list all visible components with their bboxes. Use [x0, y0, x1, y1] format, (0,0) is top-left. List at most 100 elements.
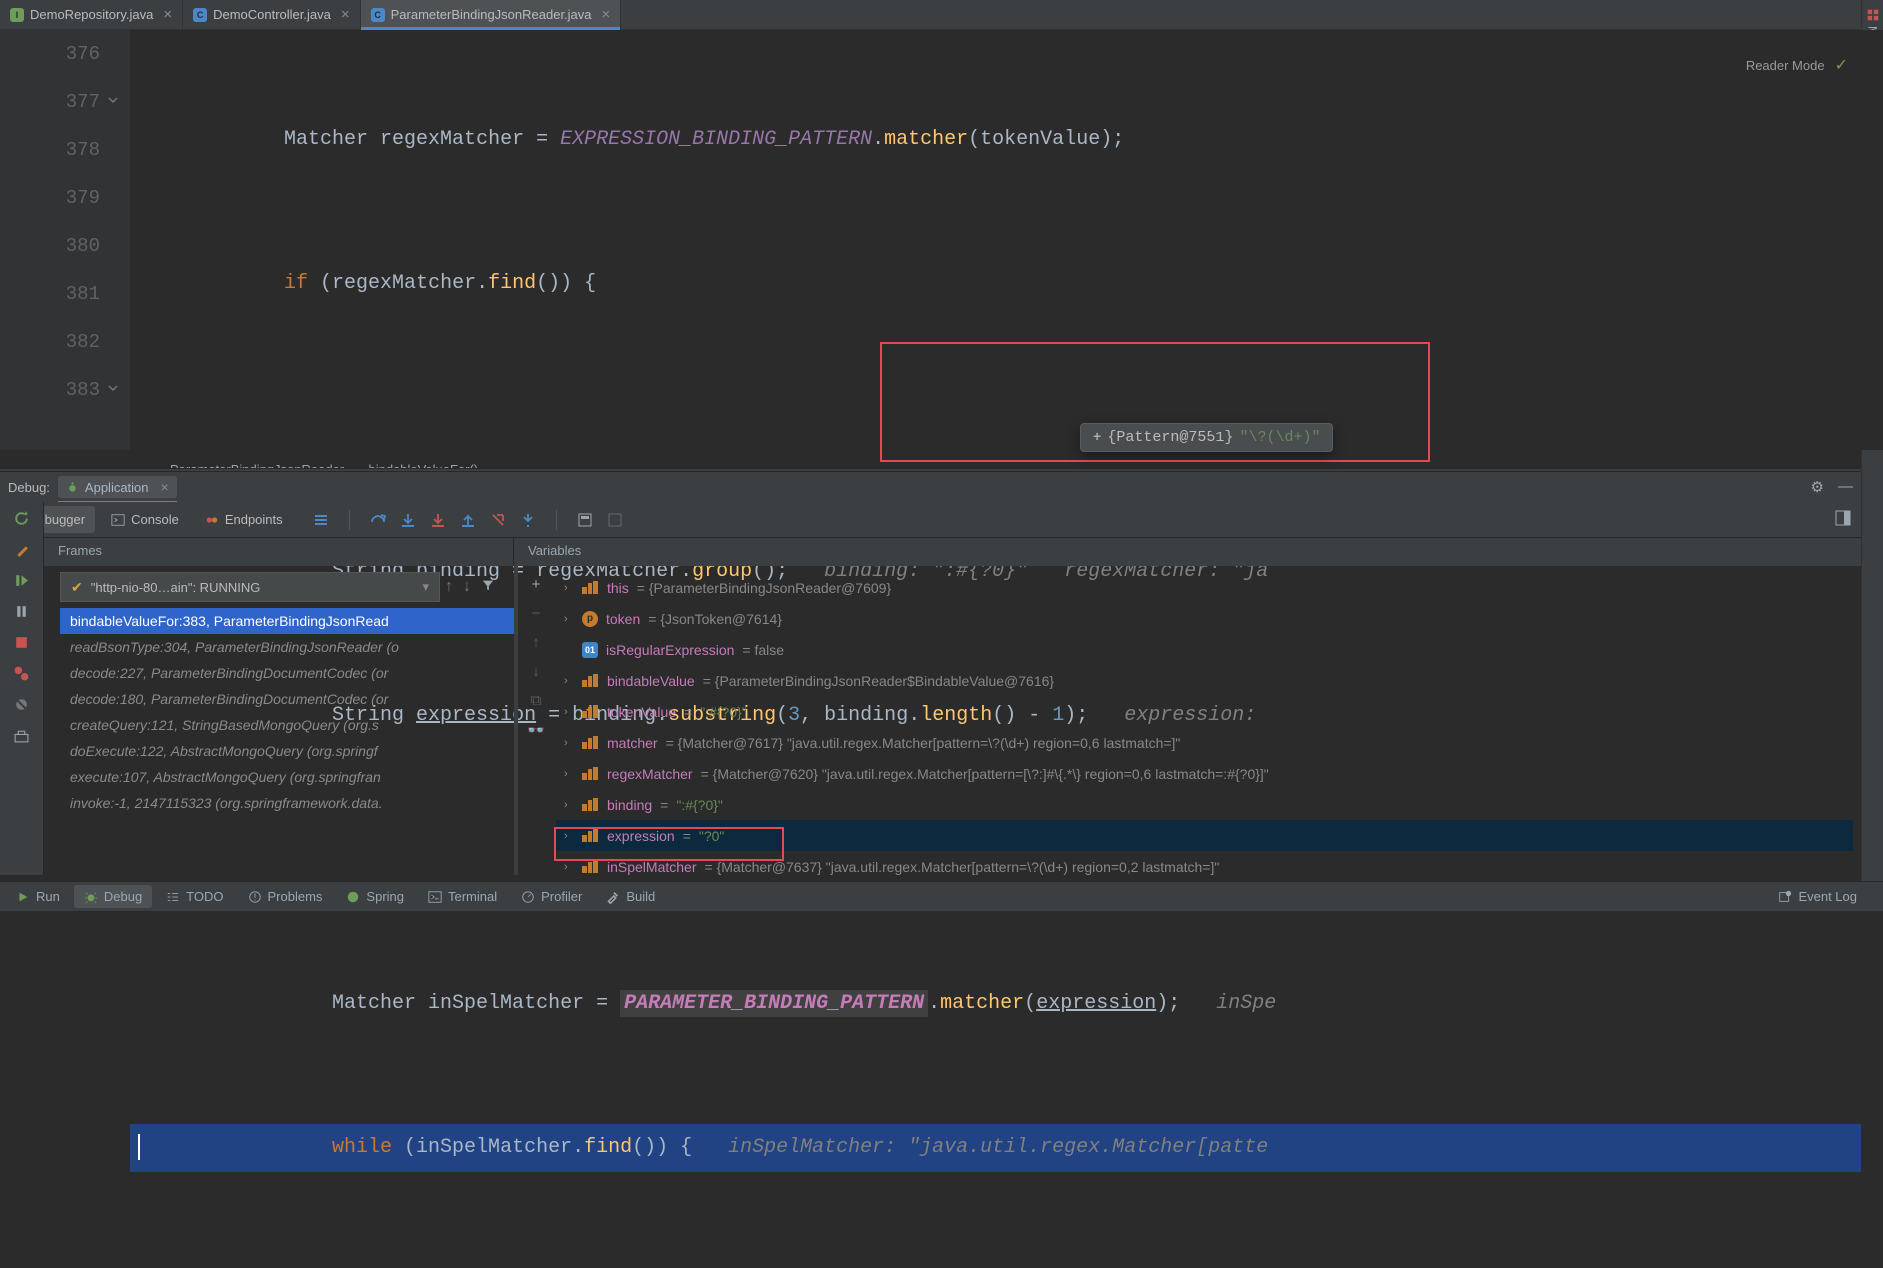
caret: [138, 1134, 140, 1160]
variable-row[interactable]: ›tokenValue = ":#{?0}": [556, 696, 1853, 727]
variable-row[interactable]: ›ptoken = {JsonToken@7614}: [556, 603, 1853, 634]
get-thread-dump-icon[interactable]: [13, 727, 30, 744]
variable-row[interactable]: ›bindableValue = {ParameterBindingJsonRe…: [556, 665, 1853, 696]
evaluate-tooltip[interactable]: +{Pattern@7551} "\?(\d+)": [1080, 423, 1333, 452]
view-breakpoints-icon[interactable]: [13, 665, 30, 682]
endpoints-tab[interactable]: Endpoints: [195, 506, 293, 533]
expand-icon[interactable]: ›: [564, 861, 574, 873]
next-frame-icon[interactable]: ↓: [463, 578, 471, 596]
thread-name: "http-nio-80…ain": RUNNING: [91, 580, 261, 595]
minimize-icon[interactable]: —: [1838, 478, 1853, 496]
filter-icon[interactable]: [481, 578, 495, 597]
close-icon[interactable]: ×: [602, 6, 611, 23]
expand-icon[interactable]: ›: [564, 737, 574, 749]
stack-frame[interactable]: invoke:-1, 2147115323 (org.springframewo…: [60, 790, 515, 816]
stack-frame[interactable]: execute:107, AbstractMongoQuery (org.spr…: [60, 764, 515, 790]
run-toolwindow[interactable]: Run: [6, 885, 70, 908]
remove-watch-icon[interactable]: −: [532, 605, 541, 622]
stack-frame[interactable]: createQuery:121, StringBasedMongoQuery (…: [60, 712, 515, 738]
line-number: 376: [0, 30, 100, 78]
close-icon[interactable]: ×: [161, 479, 169, 495]
prev-frame-icon[interactable]: ↑: [445, 578, 453, 596]
interface-icon: I: [10, 8, 24, 22]
step-into-icon[interactable]: [400, 512, 416, 528]
tab-parameterbindingjsonreader[interactable]: C ParameterBindingJsonReader.java ×: [361, 0, 622, 29]
expand-icon[interactable]: ›: [564, 613, 574, 625]
step-out-icon[interactable]: [460, 512, 476, 528]
step-over-icon[interactable]: [370, 512, 386, 528]
profiler-toolwindow[interactable]: Profiler: [511, 885, 592, 908]
tab-democontroller[interactable]: CDemoController.java×: [183, 0, 361, 29]
bug-icon: [84, 890, 98, 904]
glasses-icon[interactable]: 👓: [527, 721, 546, 739]
expand-icon[interactable]: ›: [564, 830, 574, 842]
class-icon: C: [371, 8, 385, 22]
up-icon[interactable]: ↑: [532, 634, 540, 651]
gear-icon[interactable]: ⚙: [1811, 478, 1824, 496]
copy-icon[interactable]: ⧉: [531, 692, 542, 709]
close-icon[interactable]: ×: [163, 6, 172, 23]
event-log[interactable]: Event Log: [1768, 885, 1867, 908]
close-icon[interactable]: ×: [341, 6, 350, 23]
maven-icon[interactable]: [1866, 8, 1880, 22]
todo-toolwindow[interactable]: TODO: [156, 885, 233, 908]
variable-row[interactable]: ›inSpelMatcher = {Matcher@7637} "java.ut…: [556, 851, 1853, 875]
debug-toolwindow-header: Debug: Application × ⚙ —: [0, 472, 1861, 502]
expand-icon[interactable]: ›: [564, 582, 574, 594]
resume-icon[interactable]: [13, 572, 30, 589]
line-number: 377: [0, 78, 100, 126]
variable-row[interactable]: ›matcher = {Matcher@7617} "java.util.reg…: [556, 727, 1853, 758]
run-to-cursor-icon[interactable]: [520, 512, 536, 528]
stack-frame[interactable]: doExecute:122, AbstractMongoQuery (org.s…: [60, 738, 515, 764]
terminal-icon: [428, 890, 442, 904]
stack-frame[interactable]: bindableValueFor:383, ParameterBindingJs…: [60, 608, 515, 634]
spring-toolwindow[interactable]: Spring: [336, 885, 414, 908]
evaluate-icon[interactable]: [577, 512, 593, 528]
reader-mode-indicator[interactable]: Reader Mode✓: [1746, 55, 1848, 75]
code-editor[interactable]: Reader Mode✓ 376 377 378 379 380 381 382…: [0, 30, 1883, 450]
inline-hint: inSpe: [1216, 992, 1276, 1015]
build-toolwindow[interactable]: Build: [596, 885, 665, 908]
variable-row[interactable]: ›this = {ParameterBindingJsonReader@7609…: [556, 572, 1853, 603]
terminal-toolwindow[interactable]: Terminal: [418, 885, 507, 908]
stack-frame[interactable]: readBsonType:304, ParameterBindingJsonRe…: [60, 634, 515, 660]
force-step-into-icon[interactable]: [430, 512, 446, 528]
code-text: Matcher regexMatcher =: [284, 128, 560, 151]
variables-tree[interactable]: ›this = {ParameterBindingJsonReader@7609…: [556, 572, 1853, 875]
frames-list[interactable]: bindableValueFor:383, ParameterBindingJs…: [60, 608, 515, 875]
mute-breakpoints-icon[interactable]: [13, 696, 30, 713]
down-icon[interactable]: ↓: [532, 663, 540, 680]
variable-row[interactable]: ›expression = "?0": [556, 820, 1853, 851]
variable-row[interactable]: ›regexMatcher = {Matcher@7620} "java.uti…: [556, 758, 1853, 789]
thread-selector[interactable]: ✔"http-nio-80…ain": RUNNING ▾: [60, 572, 440, 602]
new-watch-icon[interactable]: +: [532, 576, 541, 593]
drop-frame-icon[interactable]: [490, 512, 506, 528]
expand-icon[interactable]: ›: [564, 706, 574, 718]
problems-toolwindow[interactable]: Problems: [238, 885, 333, 908]
pause-icon[interactable]: [13, 603, 30, 620]
run-config-tab[interactable]: Application ×: [58, 476, 177, 498]
thread-nav: ↑ ↓: [445, 572, 495, 602]
variable-row[interactable]: ›binding = ":#{?0}": [556, 789, 1853, 820]
stack-frame[interactable]: decode:227, ParameterBindingDocumentCode…: [60, 660, 515, 686]
stack-frame[interactable]: decode:180, ParameterBindingDocumentCode…: [60, 686, 515, 712]
expand-icon[interactable]: ›: [564, 768, 574, 780]
vertical-splitter[interactable]: [514, 566, 518, 875]
variable-row[interactable]: 01isRegularExpression = false: [556, 634, 1853, 665]
fold-icon[interactable]: [106, 93, 120, 107]
console-tab[interactable]: Console: [101, 506, 189, 533]
expand-icon[interactable]: ›: [564, 675, 574, 687]
fold-icon[interactable]: [106, 381, 120, 395]
stop-icon[interactable]: [13, 634, 30, 651]
tab-demorepository[interactable]: IDemoRepository.java×: [0, 0, 183, 29]
tab-label: ParameterBindingJsonReader.java: [391, 7, 592, 22]
layout-icon[interactable]: [1835, 510, 1851, 526]
modify-run-icon[interactable]: [13, 541, 30, 558]
expand-icon[interactable]: ›: [564, 799, 574, 811]
chevron-down-icon: ▾: [422, 579, 429, 595]
run-config-name: Application: [85, 480, 149, 495]
debug-toolwindow[interactable]: Debug: [74, 885, 152, 908]
trace-icon[interactable]: [607, 512, 623, 528]
rerun-icon[interactable]: [13, 510, 30, 527]
show-execution-point-icon[interactable]: [313, 512, 329, 528]
